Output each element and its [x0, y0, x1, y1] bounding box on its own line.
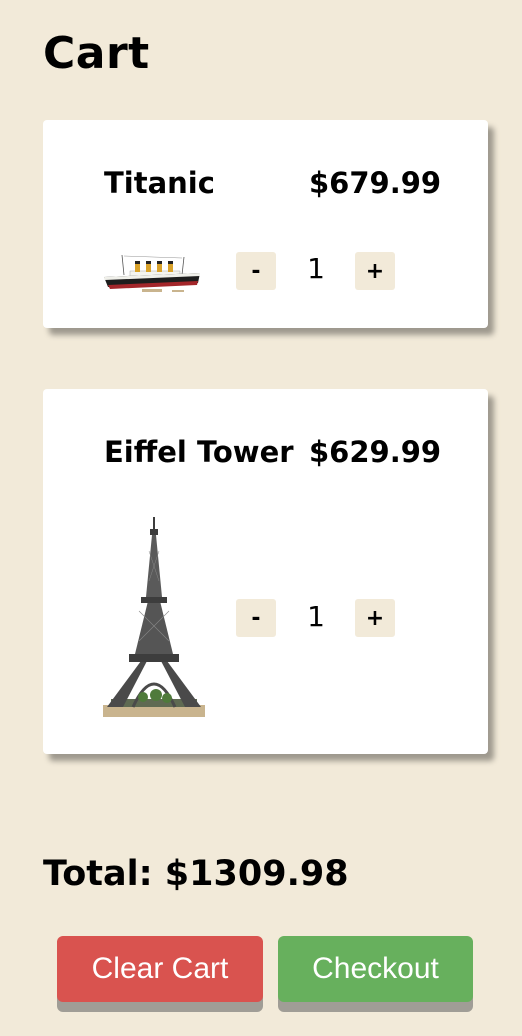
cart-item-card: Eiffel Tower $629.99 - 1 + [43, 389, 488, 754]
decrease-quantity-button[interactable]: - [236, 599, 276, 637]
item-name: Eiffel Tower [104, 435, 294, 469]
increase-quantity-button[interactable]: + [355, 599, 395, 637]
item-price: $679.99 [309, 166, 442, 200]
page-title: Cart [43, 28, 150, 79]
quantity-value: 1 [307, 600, 325, 633]
item-price: $629.99 [309, 435, 442, 469]
clear-cart-button[interactable]: Clear Cart [57, 936, 263, 1002]
checkout-button[interactable]: Checkout [278, 936, 473, 1002]
cart-page: Cart Titanic $679.99 - 1 + Eiffel Tower … [0, 0, 522, 1036]
cart-item-card: Titanic $679.99 - 1 + [43, 120, 488, 328]
decrease-quantity-button[interactable]: - [236, 252, 276, 290]
titanic-ship-image [104, 254, 200, 292]
eiffel-tower-image [103, 517, 205, 717]
item-name: Titanic [104, 166, 215, 200]
quantity-value: 1 [307, 252, 325, 285]
cart-total: Total: $1309.98 [43, 854, 349, 894]
increase-quantity-button[interactable]: + [355, 252, 395, 290]
